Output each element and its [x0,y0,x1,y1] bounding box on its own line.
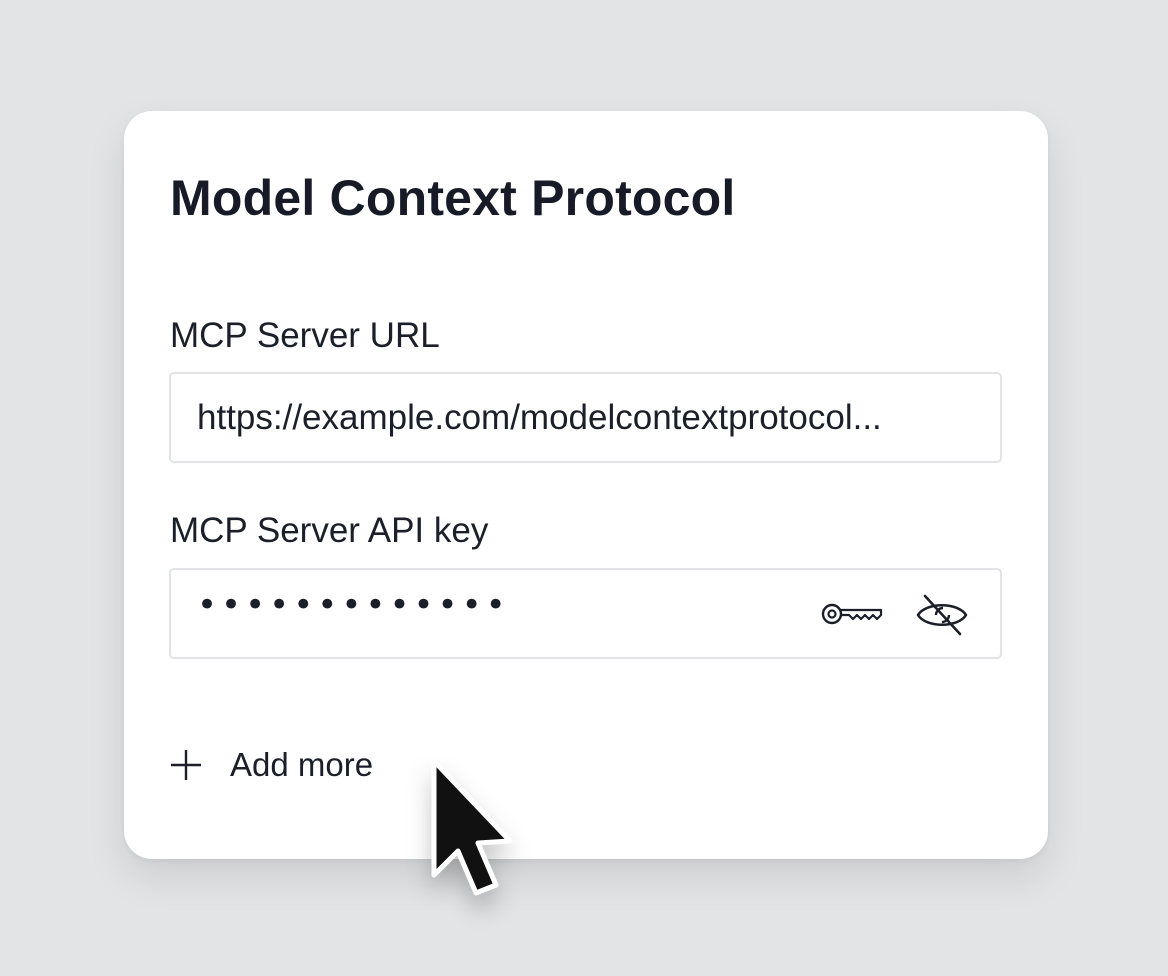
mcp-server-url-label: MCP Server URL [170,316,440,355]
mouse-cursor-icon [431,758,513,896]
key-icon [821,603,883,625]
api-key-masked-value: ••••••••••••• [197,585,510,625]
add-more-button[interactable]: Add more [170,743,373,787]
mcp-server-api-key-label: MCP Server API key [170,511,489,550]
add-more-label: Add more [230,746,374,783]
mcp-settings-card: Model Context Protocol MCP Server URL ht… [124,111,1048,859]
mcp-server-api-key-input[interactable]: ••••••••••••• [169,568,1002,659]
eye-slash-icon[interactable] [916,594,968,636]
page-title: Model Context Protocol [170,170,736,226]
mcp-server-url-input[interactable]: https://example.com/modelcontextprotocol… [169,372,1002,463]
mcp-server-url-value: https://example.com/modelcontextprotocol… [197,398,882,437]
plus-icon [171,750,201,780]
